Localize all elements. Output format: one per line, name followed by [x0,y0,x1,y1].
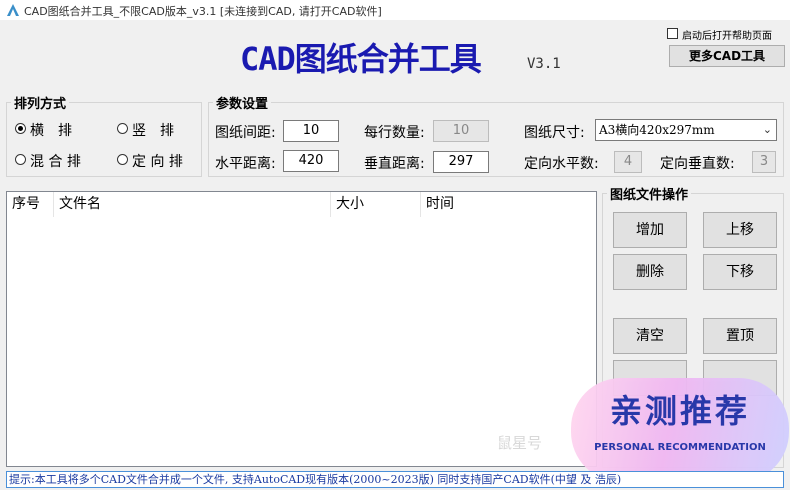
more-cad-tools-button[interactable]: 更多CAD工具 [669,45,785,67]
delete-button[interactable]: 删除 [613,254,687,290]
col-header-filename[interactable]: 文件名 [54,192,331,217]
dir-h-label: 定向水平数: [524,156,599,172]
h-dist-input[interactable]: 420 [283,150,339,172]
size-label: 图纸尺寸: [524,125,585,141]
col-header-size[interactable]: 大小 [331,192,421,217]
radio-mixed-label[interactable]: 混 合 排 [30,151,81,171]
v-dist-label: 垂直距离: [364,156,425,172]
operations-legend: 图纸文件操作 [610,188,689,203]
radio-vertical[interactable] [117,123,128,134]
dir-v-input: 3 [752,151,776,173]
per-row-label: 每行数量: [364,125,425,141]
gap-input[interactable]: 10 [283,120,339,142]
version-label: V3.1 [527,56,561,72]
gap-label: 图纸间距: [215,125,276,141]
help-on-start-checkbox[interactable] [667,28,678,39]
move-down-button[interactable]: 下移 [703,254,777,290]
paper-size-value: A3横向420x297mm [599,123,715,137]
h-dist-label: 水平距离: [215,156,276,172]
params-legend: 参数设置 [216,97,269,112]
badge-main-text: 亲测推荐 [609,392,750,430]
help-on-start-label: 启动后打开帮助页面 [682,31,772,42]
paper-size-select[interactable]: A3横向420x297mm ⌄ [595,119,777,141]
move-up-button[interactable]: 上移 [703,212,777,248]
dir-v-label: 定向垂直数: [660,156,735,172]
watermark-text: 鼠星号 [497,434,543,452]
radio-directional[interactable] [117,154,128,165]
dir-h-input: 4 [614,151,642,173]
app-logo-icon [7,4,19,16]
radio-vertical-label[interactable]: 竖 排 [132,120,174,140]
app-title: CAD图纸合并工具 [240,40,482,78]
add-button[interactable]: 增加 [613,212,687,248]
col-header-time[interactable]: 时间 [421,192,596,217]
recommendation-badge: 亲测推荐 PERSONAL RECOMMENDATION [571,378,789,482]
radio-mixed[interactable] [15,154,26,165]
arrangement-legend: 排列方式 [14,97,67,112]
window-title: CAD图纸合并工具_不限CAD版本_v3.1 [未连接到CAD, 请打开CAD软… [24,5,382,18]
radio-horizontal-label[interactable]: 横 排 [30,120,72,140]
radio-directional-label[interactable]: 定 向 排 [132,151,183,171]
v-dist-input[interactable]: 297 [433,151,489,173]
status-bar: 提示:本工具将多个CAD文件合并成一个文件, 支持AutoCAD现有版本(200… [6,471,784,488]
badge-sub-text: PERSONAL RECOMMENDATION [594,442,766,453]
chevron-down-icon[interactable]: ⌄ [763,120,772,140]
radio-horizontal[interactable] [15,123,26,134]
file-list[interactable]: 序号 文件名 大小 时间 [6,191,597,467]
to-top-button[interactable]: 置顶 [703,318,777,354]
title-bar: CAD图纸合并工具_不限CAD版本_v3.1 [未连接到CAD, 请打开CAD软… [0,0,790,20]
per-row-input: 10 [433,120,489,142]
col-header-index[interactable]: 序号 [7,192,54,217]
clear-button[interactable]: 清空 [613,318,687,354]
